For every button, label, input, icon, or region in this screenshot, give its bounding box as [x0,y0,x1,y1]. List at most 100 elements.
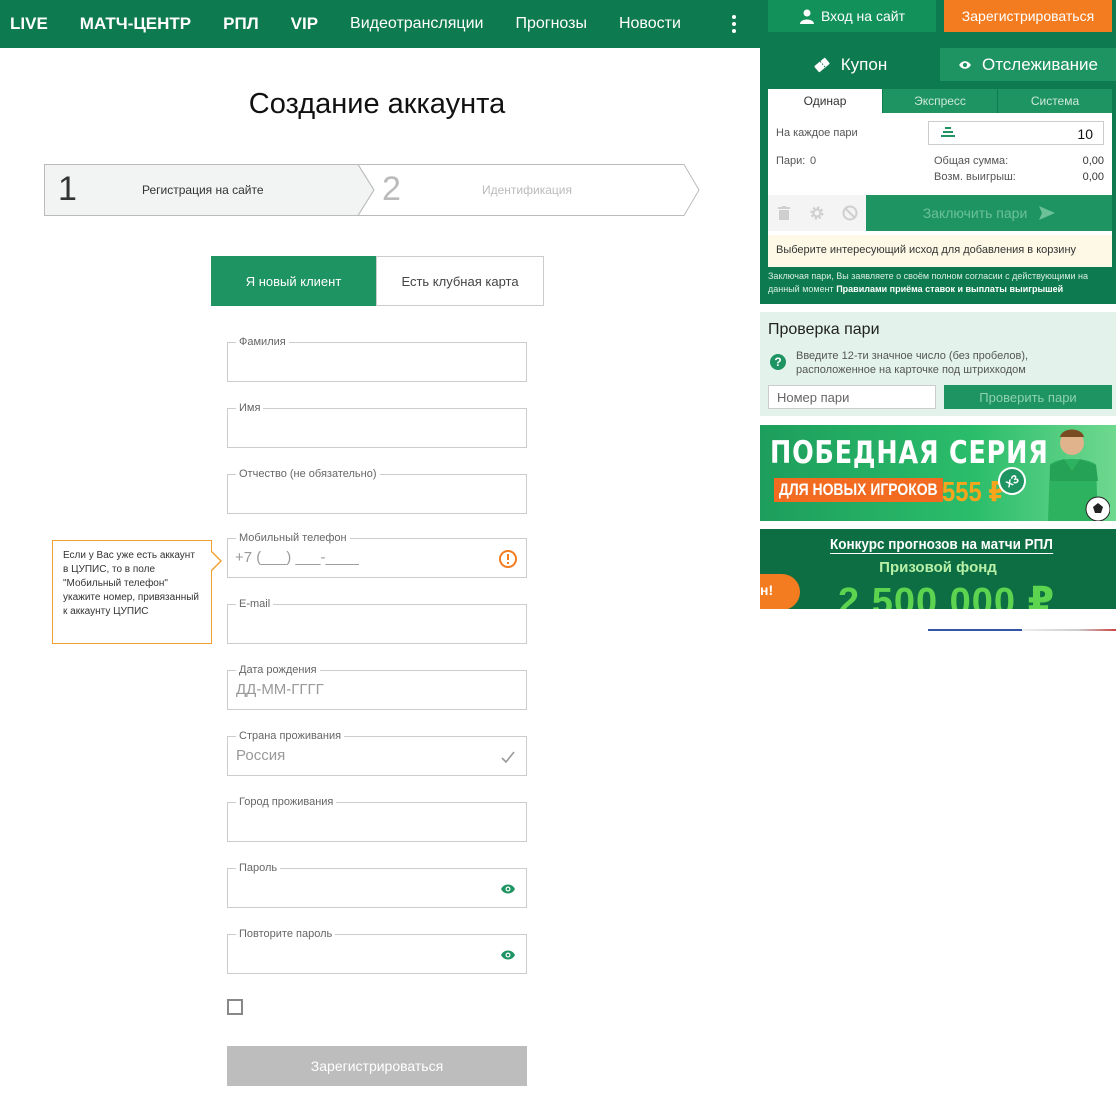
vertical-dots-icon[interactable] [722,12,746,36]
phone-placeholder: +7 (___) ___-____ [235,549,359,566]
coupon-terms: Заключая пари, Вы заявляете о своём полн… [768,270,1112,296]
patronymic-label: Отчество (не обязательно) [236,467,380,481]
bet-type-tabs: Одинар Экспресс Система [768,89,1112,113]
register-header-label: Зарегистрироваться [961,8,1095,24]
banner2-amount: 2 500 000 ₽ [838,581,1056,609]
nav-item-rpl[interactable]: РПЛ [207,14,275,34]
banner2-tag: н! [760,574,800,609]
register-header-button[interactable]: Зарегистрироваться [944,0,1112,32]
repeat-password-label: Повторите пароль [236,927,336,941]
total-value: 0,00 [1082,155,1104,167]
register-submit-button[interactable]: Зарегистрироваться [227,1046,527,1086]
password-label: Пароль [236,861,281,875]
page-title: Создание аккаунта [248,88,506,120]
subtab-system[interactable]: Система [997,89,1112,113]
step-2: 2 Идентификация [358,164,700,216]
tab-new-client[interactable]: Я новый клиент [211,256,376,306]
email-label: E-mail [236,597,274,611]
nav-item-match-center[interactable]: МАТЧ-ЦЕНТР [64,14,207,34]
check-bet-button[interactable]: Проверить пари [944,385,1112,409]
subtab-single[interactable]: Одинар [768,89,882,113]
country-field[interactable]: Страна проживания Россия [227,729,527,776]
patronymic-field[interactable]: Отчество (не обязательно) [227,467,527,514]
repeat-password-field[interactable]: Повторите пароль [227,927,527,974]
bet-number-input[interactable]: Номер пари [768,385,936,409]
step-2-label: Идентификация [482,183,572,197]
city-field[interactable]: Город проживания [227,795,527,842]
banner2-subtitle: Призовой фонд [879,559,997,576]
coupon-body: Одинар Экспресс Система На каждое пари 1… [768,89,1112,267]
registration-steps: 1 Регистрация на сайте 2 Идентификация [44,164,700,216]
banner1-amount: 555 ₽ [942,476,1005,507]
phone-field[interactable]: Мобильный телефон +7 (___) ___-____ [227,531,527,578]
last-name-field[interactable]: Фамилия [227,335,527,382]
checkmark-icon [498,747,518,767]
ticket-icon [814,57,830,72]
step-1-label: Регистрация на сайте [142,183,264,197]
coupon-hint: Выберите интересующий исход для добавлен… [768,235,1112,267]
auth-bar: Вход на сайт Зарегистрироваться [760,0,1116,48]
football-player-image [1048,429,1110,521]
promo-banner-winning-streak[interactable]: ПОБЕДНАЯ СЕРИЯ ДЛЯ НОВЫХ ИГРОКОВ 555 ₽ x… [760,425,1116,521]
tab-coupon[interactable]: Купон [760,48,940,81]
birthdate-field[interactable]: Дата рождения ДД-ММ-ГГГГ [227,663,527,710]
first-name-label: Имя [236,401,264,415]
tab-coupon-label: Купон [840,54,888,74]
client-type-tabs: Я новый клиент Есть клубная карта [211,256,544,306]
terms-link[interactable]: Правилами приёма ставок и выплаты выигры… [836,284,1063,294]
nav-item-forecasts[interactable]: Прогнозы [499,15,603,33]
password-field[interactable]: Пароль [227,861,527,908]
eye-icon[interactable] [498,879,518,899]
step-1-number: 1 [58,170,77,208]
trash-icon[interactable] [774,203,794,223]
phone-label: Мобильный телефон [236,531,350,545]
agreement-checkbox[interactable] [227,999,243,1015]
country-label: Страна проживания [236,729,345,743]
help-icon: ? [770,354,786,370]
banner1-subtitle: ДЛЯ НОВЫХ ИГРОКОВ [774,478,943,502]
promo-banner-forecast-contest[interactable]: Конкурс прогнозов на матчи РПЛ Призовой … [760,529,1116,609]
gear-icon[interactable] [807,203,827,223]
first-name-field[interactable]: Имя [227,401,527,448]
stake-value: 10 [1077,126,1093,142]
tab-tracking[interactable]: Отслеживание [940,48,1116,81]
place-bet-button[interactable]: Заключить пари [866,195,1112,231]
bet-check-title: Проверка пари [768,321,880,338]
send-icon [1039,206,1056,220]
bet-check-panel: Проверка пари ? Введите 12-ти значное чи… [760,312,1116,416]
banner1-title: ПОБЕДНАЯ СЕРИЯ [770,435,1049,471]
step-1: 1 Регистрация на сайте [44,164,374,216]
coins-stack-icon [941,127,955,137]
nav-item-video[interactable]: Видеотрансляции [334,15,499,33]
subtab-express[interactable]: Экспресс [882,89,997,113]
city-label: Город проживания [236,795,337,809]
eye-icon[interactable] [498,945,518,965]
warning-icon [498,549,518,569]
email-field[interactable]: E-mail [227,597,527,644]
tab-club-card[interactable]: Есть клубная карта [376,256,544,306]
win-label: Возм. выигрыш: [934,171,1016,183]
birthdate-placeholder: ДД-ММ-ГГГГ [236,681,324,698]
step-2-number: 2 [382,170,401,208]
bets-count-value: 0 [810,155,817,167]
nav-item-news[interactable]: Новости [603,15,697,33]
coupon-panel: Купон Отслеживание Одинар Экспресс Систе… [760,48,1116,304]
country-value: Россия [236,747,286,764]
last-name-label: Фамилия [236,335,289,349]
total-label: Общая сумма: [934,155,1009,167]
login-button[interactable]: Вход на сайт [768,0,936,32]
user-icon [800,9,814,24]
top-navigation: LIVE МАТЧ-ЦЕНТР РПЛ VIP Видеотрансляции … [0,0,760,48]
phone-tooltip: Если у Вас уже есть аккаунт в ЦУПИС, то … [52,540,222,644]
tab-tracking-label: Отслеживание [981,54,1098,74]
block-icon[interactable] [840,203,860,223]
coupon-tabs: Купон Отслеживание [760,48,1116,81]
nav-item-vip[interactable]: VIP [275,14,334,34]
tooltip-text: Если у Вас уже есть аккаунт в ЦУПИС, то … [63,550,200,617]
bets-count-label: Пари: [776,155,806,167]
place-bet-label: Заключить пари [922,205,1028,221]
stake-input[interactable]: 10 [928,121,1104,145]
partial-banner-strip [928,629,1116,631]
nav-item-live[interactable]: LIVE [0,14,64,34]
bet-check-description: Введите 12-ти значное число (без пробело… [796,350,1029,376]
